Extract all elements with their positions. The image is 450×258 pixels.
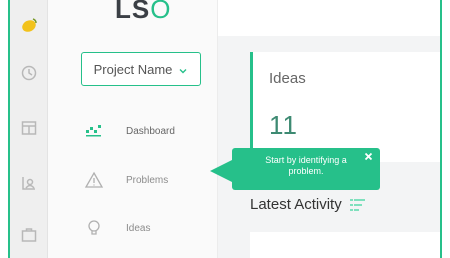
top-bar: [218, 0, 440, 36]
project-select-value: Project Name: [93, 61, 173, 77]
filter-icon[interactable]: [349, 198, 366, 212]
onboarding-tooltip[interactable]: Start by identifying a problem.: [210, 148, 380, 190]
latest-activity-header: Latest Activity: [250, 196, 366, 213]
app-frame: LSO Project Name Dashboard Problems Idea…: [8, 0, 442, 258]
icon-rail: [10, 0, 48, 258]
user-search-icon[interactable]: [20, 174, 38, 192]
app-logo[interactable]: LSO: [115, 0, 171, 25]
briefcase-icon[interactable]: [20, 226, 38, 244]
sidebar-item-dashboard[interactable]: Dashboard: [84, 119, 214, 143]
warning-icon: [84, 170, 104, 190]
lemon-logo-icon[interactable]: [20, 16, 38, 34]
main-content: Ideas 11 Latest Activity: [218, 0, 440, 258]
activity-card: [250, 232, 440, 258]
sidebar-item-label: Problems: [126, 174, 169, 186]
chevron-down-icon: [178, 64, 188, 74]
sidebar-item-problems[interactable]: Problems: [84, 168, 214, 192]
lightbulb-icon: [84, 218, 104, 238]
latest-activity-title: Latest Activity: [250, 196, 342, 213]
dashboard-icon: [84, 121, 104, 141]
sidebar-item-ideas[interactable]: Ideas: [84, 216, 214, 240]
clock-icon[interactable]: [20, 64, 38, 82]
calendar-icon[interactable]: [20, 119, 38, 137]
close-icon[interactable]: [364, 152, 373, 161]
project-select[interactable]: Project Name: [81, 52, 201, 86]
sidebar-item-label: Ideas: [126, 222, 151, 234]
tooltip-text: Start by identifying a problem.: [265, 155, 347, 176]
ideas-count: 11: [269, 110, 298, 140]
sidebar: LSO Project Name Dashboard Problems Idea…: [48, 0, 218, 258]
ideas-card-title: Ideas: [269, 70, 306, 87]
sidebar-item-label: Dashboard: [126, 125, 175, 137]
ideas-card[interactable]: Ideas 11: [250, 52, 440, 162]
